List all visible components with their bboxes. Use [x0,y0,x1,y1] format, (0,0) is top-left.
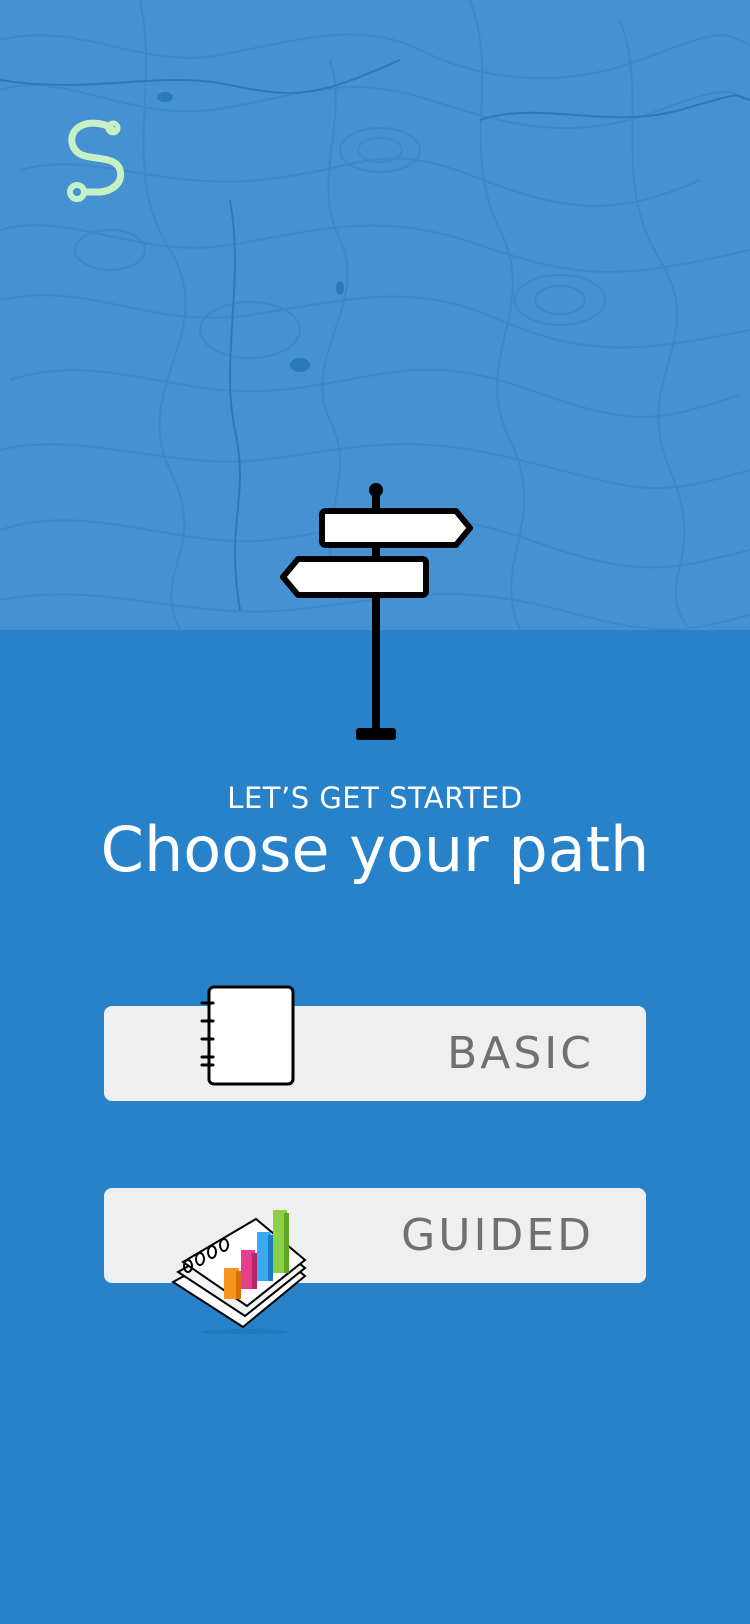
basic-label: BASIC [447,1028,594,1079]
guided-label: GUIDED [401,1210,594,1261]
notebook-icon [200,985,295,1086]
onboarding-screen: LET’S GET STARTED Choose your path BASIC… [0,0,750,1624]
page-title: Choose your path [100,813,650,886]
guided-path-button[interactable]: GUIDED [104,1188,646,1334]
route-s-logo [67,119,125,202]
signpost-icon [280,483,473,740]
basic-path-button[interactable]: BASIC [104,985,646,1101]
bar-chart-notebook-icon [171,1210,307,1334]
